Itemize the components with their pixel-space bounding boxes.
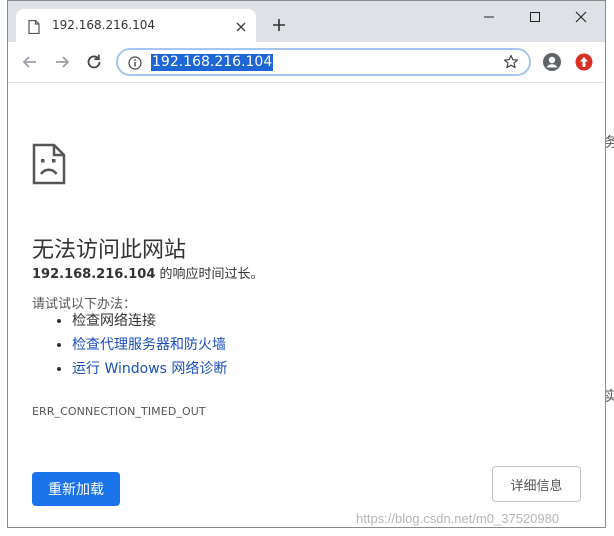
error-description: 192.168.216.104 的响应时间过长。 [32, 263, 264, 282]
sad-page-icon [32, 143, 66, 189]
account-avatar-icon[interactable] [542, 52, 562, 72]
browser-tab[interactable]: 192.168.216.104 [16, 9, 256, 42]
suggestion-check-network: 检查网络连接 [72, 313, 156, 329]
title-bar: 192.168.216.104 [8, 1, 605, 42]
suggestion-run-diagnostics-link[interactable]: 运行 Windows 网络诊断 [72, 361, 227, 377]
bookmark-star-icon[interactable] [503, 54, 519, 74]
reload-button[interactable]: 重新加载 [32, 472, 120, 506]
reload-icon[interactable] [84, 52, 104, 72]
error-description-text: 的响应时间过长。 [155, 267, 264, 282]
close-tab-icon[interactable] [234, 19, 248, 33]
error-page: 无法访问此网站 192.168.216.104 的响应时间过长。 请试试以下办法… [8, 83, 605, 527]
toolbar: 192.168.216.104 [8, 42, 605, 83]
suggestion-item: 运行 Windows 网络诊断 [72, 357, 227, 381]
minimize-icon[interactable] [466, 7, 512, 27]
error-host: 192.168.216.104 [32, 267, 156, 282]
forward-arrow-icon[interactable] [52, 52, 72, 72]
address-bar[interactable]: 192.168.216.104 [116, 48, 531, 76]
url-text[interactable]: 192.168.216.104 [151, 54, 274, 71]
update-alert-icon[interactable] [574, 52, 594, 72]
details-button[interactable]: 详细信息 [492, 466, 581, 502]
suggestion-list: 检查网络连接 检查代理服务器和防火墙 运行 Windows 网络诊断 [52, 309, 227, 381]
suggestion-item: 检查网络连接 [72, 309, 227, 333]
suggestion-item: 检查代理服务器和防火墙 [72, 333, 227, 357]
new-tab-icon[interactable] [272, 17, 286, 31]
watermark-text: https://blog.csdn.net/m0_37520980 [356, 511, 560, 526]
close-window-icon[interactable] [558, 7, 604, 27]
error-code: ERR_CONNECTION_TIMED_OUT [32, 405, 206, 418]
tab-title: 192.168.216.104 [52, 18, 156, 32]
suggestion-check-proxy-link[interactable]: 检查代理服务器和防火墙 [72, 337, 226, 353]
back-arrow-icon[interactable] [20, 52, 40, 72]
page-icon [28, 19, 40, 35]
error-heading: 无法访问此网站 [32, 237, 187, 263]
site-info-icon[interactable] [128, 55, 142, 74]
maximize-icon[interactable] [512, 7, 558, 27]
browser-window: 192.168.216.104 192.168.216.104 无法访问此网站 … [7, 0, 606, 528]
